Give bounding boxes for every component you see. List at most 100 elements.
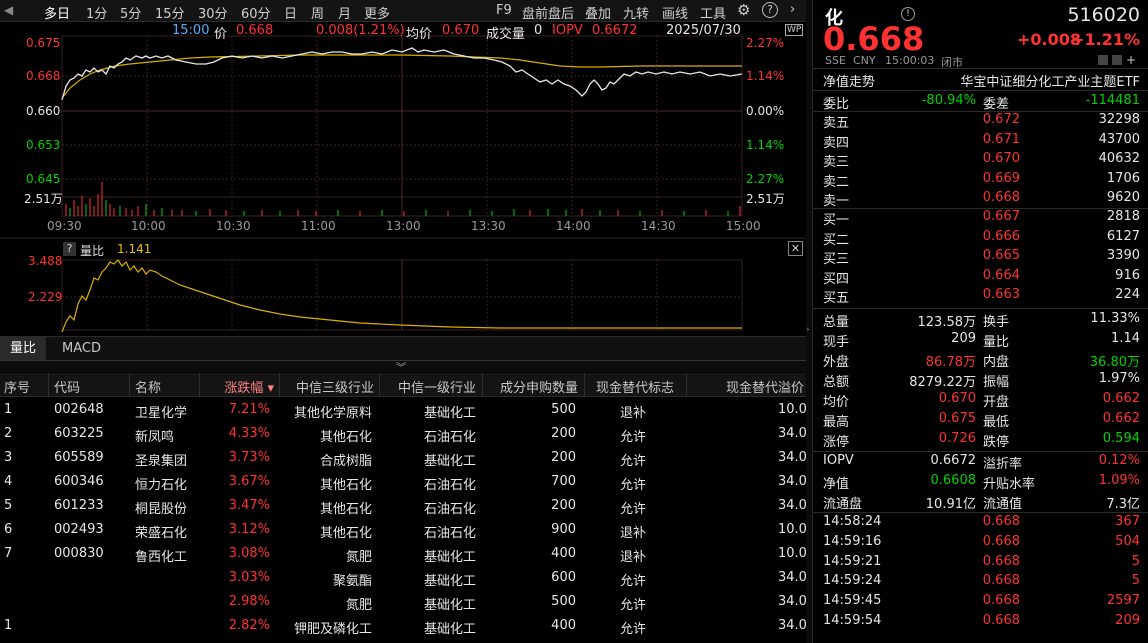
- cell-qty: 500: [551, 594, 576, 609]
- tick-time: 14:59:54: [823, 613, 882, 628]
- table-row[interactable]: 1 002648 卫星化学 7.21% 其他化学原料 基础化工 500 退补 10.0: [0, 398, 806, 422]
- price-change-pct: +1.21%: [1071, 30, 1140, 49]
- cell-no: 3: [4, 450, 13, 465]
- cell-l3: 其他石化: [319, 478, 372, 493]
- col-header-no[interactable]: 序号: [4, 377, 30, 396]
- tab-volume-ratio[interactable]: 量比: [0, 337, 47, 361]
- chevron-right-icon[interactable]: ›: [806, 325, 810, 335]
- weibi-value: -80.94%: [921, 93, 976, 108]
- table-row[interactable]: 4 600346 恒力石化 3.67% 其他石化 石油石化 700 允许 34.0: [0, 470, 806, 494]
- nine-turn-button[interactable]: 九转: [623, 3, 649, 22]
- wp-icon[interactable]: WP: [785, 24, 804, 36]
- stat-label: 净值: [823, 477, 850, 492]
- col-header-cash-flag[interactable]: 现金替代标志: [588, 377, 674, 396]
- tick-time: 14:59:16: [823, 533, 882, 549]
- close-icon[interactable]: ✕: [788, 241, 803, 256]
- tick-time: 14:59:45: [823, 593, 882, 609]
- period-month[interactable]: 月: [338, 3, 351, 22]
- ask-volume: 40632: [1098, 151, 1140, 166]
- table-row[interactable]: 7 000830 鲁西化工 3.08% 氮肥 基础化工 400 退补 10.0: [0, 542, 806, 566]
- chevron-right-icon[interactable]: ›: [790, 2, 795, 17]
- period-week[interactable]: 周: [311, 3, 324, 22]
- double-chevron-down-icon[interactable]: ︾: [396, 359, 406, 374]
- stat-value: 0.6672: [930, 453, 977, 468]
- cell-qty: 500: [551, 402, 576, 417]
- period-more[interactable]: 更多: [364, 3, 390, 22]
- ask-price[interactable]: 0.668: [983, 190, 1020, 205]
- col-header-name[interactable]: 名称: [135, 377, 161, 396]
- ratio-help-icon[interactable]: ?: [63, 242, 76, 256]
- col-header-change[interactable]: 涨跌幅 ▾: [206, 377, 274, 396]
- stat-label: IOPV: [823, 453, 854, 468]
- bid-price[interactable]: 0.663: [983, 287, 1020, 302]
- cell-prem: 10.0: [778, 522, 806, 537]
- add-icon[interactable]: +: [1126, 53, 1136, 67]
- help-icon[interactable]: ?: [762, 2, 778, 18]
- cell-l1: 石油石化: [423, 430, 476, 445]
- period-5min[interactable]: 5分: [120, 3, 141, 22]
- info-icon[interactable]: !: [901, 7, 915, 21]
- edit-icon[interactable]: [1098, 55, 1108, 65]
- table-row[interactable]: 5 601233 桐昆股份 3.47% 其他石化 石油石化 200 允许 34.0: [0, 494, 806, 518]
- col-header-l3-industry[interactable]: 中信三级行业: [290, 377, 374, 396]
- stat-value: 123.58万: [917, 315, 977, 330]
- period-day[interactable]: 日: [284, 3, 297, 22]
- panel-collapse-handle[interactable]: ›: [806, 0, 812, 643]
- cell-l3: 合成树脂: [319, 454, 372, 469]
- cell-no: 1: [4, 618, 13, 633]
- col-header-code[interactable]: 代码: [54, 377, 80, 396]
- panel-splitter[interactable]: ︾: [0, 359, 806, 374]
- overlay-button[interactable]: 叠加: [585, 3, 611, 22]
- cell-no: 1: [4, 402, 13, 417]
- bid-price[interactable]: 0.665: [983, 248, 1020, 263]
- cell-l1: 基础化工: [423, 622, 476, 637]
- cell-prem: 34.0: [778, 426, 806, 441]
- bid-price[interactable]: 0.664: [983, 268, 1020, 283]
- bid-price[interactable]: 0.667: [983, 209, 1020, 224]
- alert-icon[interactable]: [1112, 55, 1122, 65]
- gear-icon[interactable]: ⚙: [737, 1, 750, 19]
- cell-chg: 3.47%: [228, 498, 270, 513]
- stat-label: 现手: [823, 335, 850, 350]
- period-multi-day[interactable]: 多日: [44, 3, 70, 22]
- time-axis-label: 14:00: [556, 219, 591, 233]
- period-1min[interactable]: 1分: [86, 3, 107, 22]
- table-row[interactable]: 6 002493 荣盛石化 3.12% 其他石化 石油石化 900 退补 10.0: [0, 518, 806, 542]
- time-axis-label: 13:00: [386, 219, 421, 233]
- f9-button[interactable]: F9: [496, 3, 512, 18]
- stat-label: 总额: [823, 375, 850, 390]
- ask-price[interactable]: 0.672: [983, 112, 1020, 127]
- ask-price[interactable]: 0.669: [983, 171, 1020, 186]
- table-row[interactable]: 3 605589 圣泉集团 3.73% 合成树脂 基础化工 200 允许 34.0: [0, 446, 806, 470]
- intraday-chart[interactable]: [0, 22, 806, 336]
- ask-price[interactable]: 0.671: [983, 132, 1020, 147]
- ask-price[interactable]: 0.670: [983, 151, 1020, 166]
- col-header-l1-industry[interactable]: 中信一级行业: [392, 377, 476, 396]
- cell-chg: 3.12%: [228, 522, 270, 537]
- period-60min[interactable]: 60分: [241, 3, 271, 22]
- tools-button[interactable]: 工具: [700, 3, 726, 22]
- period-30min[interactable]: 30分: [198, 3, 228, 22]
- cell-flag: 允许: [620, 502, 647, 517]
- cell-qty: 700: [551, 474, 576, 489]
- cell-qty: 400: [551, 546, 576, 561]
- period-15min[interactable]: 15分: [155, 3, 185, 22]
- table-row[interactable]: 2.98% 氮肥 基础化工 500 允许 34.0: [0, 590, 806, 614]
- quote-iopv: 0.6672: [592, 23, 638, 38]
- table-row[interactable]: 1 2.82% 钾肥及磷化工 基础化工 400 允许 34.0: [0, 614, 806, 638]
- bid-price[interactable]: 0.666: [983, 229, 1020, 244]
- stat-label: 振幅: [983, 375, 1010, 390]
- table-row[interactable]: 3.03% 聚氨酯 基础化工 600 允许 34.0: [0, 566, 806, 590]
- stat-value: 0.12%: [1098, 453, 1140, 468]
- draw-line-button[interactable]: 画线: [662, 3, 688, 22]
- table-row[interactable]: 2 603225 新凤鸣 4.33% 其他石化 石油石化 200 允许 34.0: [0, 422, 806, 446]
- premarket-button[interactable]: 盘前盘后: [522, 3, 574, 22]
- ask-level-label: 卖四: [823, 135, 850, 151]
- tab-macd[interactable]: MACD: [52, 337, 111, 361]
- price-axis-label: 0.660: [26, 104, 61, 118]
- tick-price: 0.668: [982, 593, 1020, 609]
- back-arrow-icon[interactable]: ◀: [4, 3, 13, 17]
- col-header-cash-premium[interactable]: 现金替代溢价: [708, 377, 804, 396]
- nav-trend-link[interactable]: 净值走势: [823, 71, 875, 90]
- col-header-qty[interactable]: 成分申购数量: [492, 377, 578, 396]
